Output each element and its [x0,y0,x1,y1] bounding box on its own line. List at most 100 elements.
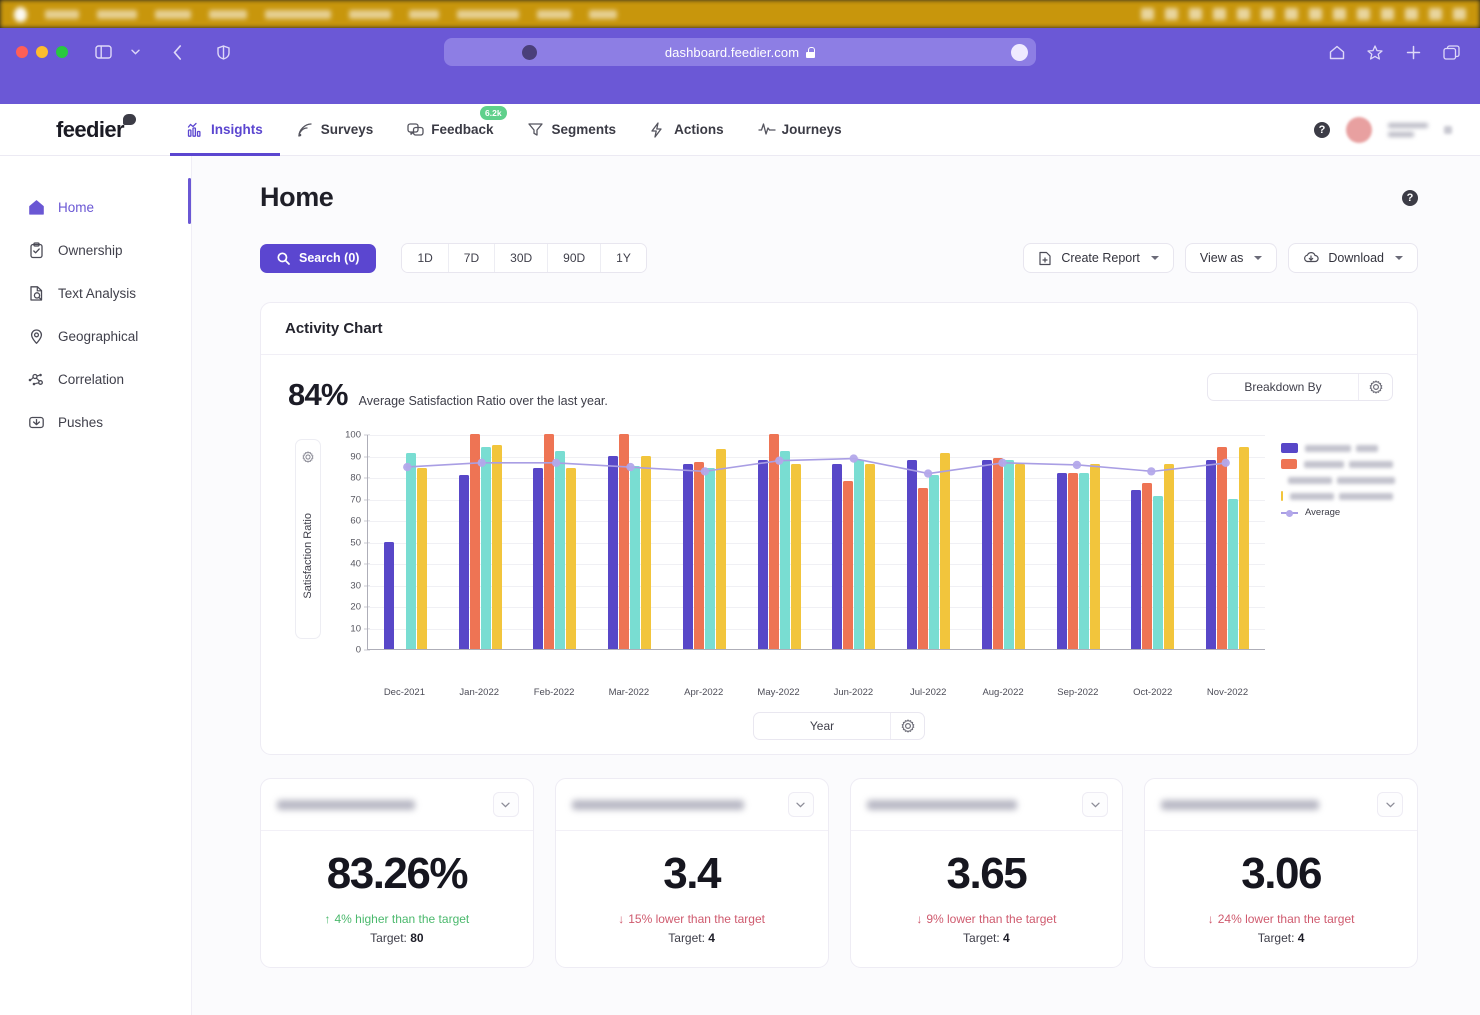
bar[interactable] [480,446,491,649]
view-as-button[interactable]: View as [1184,243,1278,273]
os-status-icon[interactable] [1165,8,1178,20]
sidebar-item-correlation[interactable]: Correlation [0,358,191,401]
bar[interactable] [704,468,715,649]
os-status-icon[interactable] [1141,8,1154,20]
legend-item[interactable] [1281,491,1393,501]
bar[interactable] [1014,464,1025,649]
home-icon[interactable] [1324,40,1350,64]
close-window-button[interactable] [16,46,28,58]
legend-item[interactable] [1281,443,1393,453]
bar[interactable] [1089,464,1100,649]
bar[interactable] [1003,459,1014,649]
bar[interactable] [1206,459,1217,649]
bar[interactable] [981,459,992,649]
kpi-card-menu-button[interactable] [1377,792,1403,817]
bar[interactable] [1142,483,1153,649]
tab-overview-icon[interactable] [1438,40,1464,64]
avatar[interactable] [1346,116,1372,143]
os-status-icon[interactable] [1213,8,1226,20]
new-tab-plus-icon[interactable] [1400,40,1426,64]
breakdown-gear-icon[interactable] [1358,374,1392,400]
os-menu-item[interactable] [409,9,439,19]
legend-item[interactable] [1281,459,1393,469]
nav-item-actions[interactable]: Actions [633,104,741,156]
bar[interactable] [383,541,394,649]
bar[interactable] [715,449,726,649]
os-menu-item[interactable] [45,9,79,19]
help-icon[interactable]: ? [1314,121,1330,138]
kpi-card-menu-button[interactable] [787,792,814,817]
bar[interactable] [693,461,704,649]
bar[interactable] [619,434,630,649]
page-options-icon[interactable] [1011,43,1028,61]
range-button-1y[interactable]: 1Y [601,244,646,272]
bar[interactable] [682,464,693,649]
os-menu-item[interactable] [457,9,519,19]
bar[interactable] [533,468,544,649]
page-help-icon[interactable]: ? [1402,189,1418,206]
user-menu-chevron-down-icon[interactable] [1444,125,1452,134]
site-settings-icon[interactable] [522,44,537,60]
range-button-90d[interactable]: 90D [548,244,602,272]
os-status-icon[interactable] [1189,8,1202,20]
download-button[interactable]: Download [1288,243,1418,273]
os-menu-item[interactable] [537,9,571,19]
range-button-7d[interactable]: 7D [448,244,496,272]
bar[interactable] [768,434,779,649]
period-gear-icon[interactable] [890,713,924,739]
search-button[interactable]: Search (0) [260,243,377,273]
create-report-button[interactable]: Create Report [1023,243,1174,273]
bar[interactable] [779,451,790,649]
kpi-card-menu-button[interactable] [492,792,519,817]
chevron-down-icon[interactable] [1395,256,1403,260]
os-status-icon[interactable] [1453,8,1466,20]
bar[interactable] [416,468,427,649]
sidebar-toggle-icon[interactable] [90,40,116,64]
bar[interactable] [1217,446,1228,649]
sidebar-item-pushes[interactable]: Pushes [0,401,191,444]
window-traffic-lights[interactable] [16,46,68,58]
y-axis-gear-icon[interactable] [302,440,314,474]
bar[interactable] [641,455,652,649]
os-menu-item[interactable] [265,9,331,19]
os-menu-item[interactable] [349,9,391,19]
bar[interactable] [405,453,416,649]
privacy-shield-icon[interactable] [210,40,236,64]
os-status-icon[interactable] [1357,8,1370,20]
os-menu-item[interactable] [209,9,247,19]
bar[interactable] [907,459,918,649]
address-bar[interactable]: dashboard.feedier.com [444,38,1036,66]
os-status-icon[interactable] [1429,8,1442,20]
os-menu-item[interactable] [155,9,191,19]
nav-item-surveys[interactable]: Surveys [280,104,391,156]
range-button-30d[interactable]: 30D [495,244,549,272]
y-axis-control[interactable]: Satisfaction Ratio [295,439,321,639]
bar[interactable] [1078,472,1089,649]
bar[interactable] [491,444,502,649]
bar[interactable] [566,468,577,649]
bar[interactable] [865,464,876,649]
os-status-icon[interactable] [1381,8,1394,20]
sidebar-item-text-analysis[interactable]: Text Analysis [0,272,191,315]
legend-item[interactable] [1281,475,1395,485]
bar[interactable] [630,466,641,649]
bar[interactable] [757,459,768,649]
nav-item-insights[interactable]: Insights [170,104,280,156]
os-status-icon[interactable] [1405,8,1418,20]
sidebar-item-ownership[interactable]: Ownership [0,229,191,272]
bar[interactable] [1153,496,1164,649]
os-menu-item[interactable] [97,9,137,19]
minimize-window-button[interactable] [36,46,48,58]
app-logo[interactable]: feedier [56,113,136,143]
back-chevron-icon[interactable] [164,40,190,64]
bar[interactable] [1056,472,1067,649]
bar[interactable] [790,464,801,649]
range-button-1d[interactable]: 1D [402,244,449,272]
bar[interactable] [469,434,480,649]
sidebar-item-geographical[interactable]: Geographical [0,315,191,358]
os-status-icon[interactable] [1333,8,1346,20]
bar[interactable] [1131,489,1142,649]
breakdown-by-control[interactable]: Breakdown By [1207,373,1393,401]
os-status-icon[interactable] [1309,8,1322,20]
maximize-window-button[interactable] [56,46,68,58]
